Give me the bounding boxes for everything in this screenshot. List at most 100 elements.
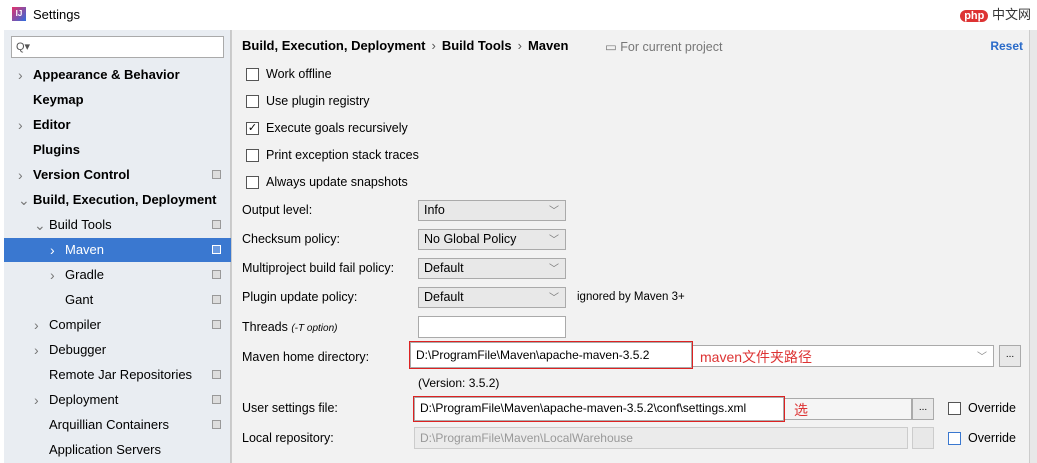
sidebar-item[interactable]: › Editor [4,113,231,137]
local-repo-override-checkbox[interactable]: Override [948,431,1016,445]
breadcrumb-item: Build, Execution, Deployment [242,38,426,53]
sidebar-item-label: Deployment [49,392,119,407]
fail-policy-select[interactable]: Default ﹀ [418,258,566,279]
sidebar-item-label: Maven [65,242,105,257]
scrollbar[interactable] [1029,30,1037,463]
plugin-update-label: Plugin update policy: [242,290,358,304]
chevron-down-icon: ﹀ [549,264,559,275]
user-settings-input[interactable]: D:\ProgramFile\Maven\apache-maven-3.5.2\… [413,396,785,422]
sidebar-item-label: Editor [33,117,71,132]
chevron-right-icon[interactable]: › [34,338,39,362]
chevron-right-icon[interactable]: › [34,313,39,337]
sidebar-item-label: Remote Jar Repositories [49,367,193,382]
sidebar-item[interactable]: › Version Control [4,163,231,187]
sidebar-item-label: Keymap [33,92,84,107]
chevron-down-icon[interactable]: ⌄ [34,213,46,237]
checkbox-box [948,431,961,445]
maven-home-label: Maven home directory: [242,350,370,364]
checkbox-box [246,67,259,81]
plugin-update-select[interactable]: Default ﹀ [418,287,566,308]
checkbox[interactable]: Use plugin registry [246,94,370,108]
checksum-policy-select[interactable]: No Global Policy ﹀ [418,229,566,250]
project-scope-icon [212,370,221,379]
sidebar-item[interactable]: Application Servers [4,438,231,462]
browse-button[interactable]: ... [912,398,934,420]
checkbox[interactable]: ✓ Execute goals recursively [246,121,408,135]
project-icon: ▭ [605,40,621,54]
checkbox-box [246,94,259,108]
sidebar-item-label: Build Tools [49,217,112,232]
chevron-down-icon: ﹀ [549,206,559,217]
checkbox-box [246,148,259,162]
sidebar-item[interactable]: ⌄ Build, Execution, Deployment [4,188,231,212]
checkbox[interactable]: Always update snapshots [246,175,408,189]
breadcrumb-item: Maven [527,38,569,53]
output-level-label: Output level: [242,203,313,217]
sidebar-item-label: Gradle [65,267,105,282]
sidebar-item-label: Application Servers [49,442,161,457]
sidebar-item[interactable]: ⌄ Build Tools [4,213,231,237]
checksum-policy-label: Checksum policy: [242,232,340,246]
threads-label: Threads (-T option) [242,320,338,334]
window-title: Settings [33,6,80,22]
watermark-logo: php 中文网 [960,4,1031,23]
sidebar-item[interactable]: › Appearance & Behavior [4,63,231,87]
maven-settings-panel: Build, Execution, Deployment › Build Tools… [231,30,1037,463]
checkbox-label: Work offline [266,67,332,81]
fail-policy-label: Multiproject build fail policy: [242,261,395,275]
output-level-select[interactable]: Info ﹀ [418,200,566,221]
sidebar-item-label: Plugins [33,142,80,157]
chevron-right-icon[interactable]: › [50,263,55,287]
local-repo-label: Local repository: [242,431,334,445]
breadcrumb: Build, Execution, Deployment › Build Tools… [242,38,569,53]
chevron-right-icon[interactable]: › [18,63,23,87]
settings-search-input[interactable]: Q▾ [11,36,224,58]
scope-label: ▭ For current project [605,40,723,54]
sidebar-item-label: Debugger [49,342,107,357]
sidebar-item[interactable]: › Deployment [4,388,231,412]
sidebar-item[interactable]: › Maven [4,238,231,262]
browse-button-disabled [912,427,934,449]
user-settings-label: User settings file: [242,401,338,415]
sidebar-item[interactable]: › Gradle [4,263,231,287]
search-icon: Q▾ [16,41,31,53]
plugin-update-note: ignored by Maven 3+ [577,291,685,303]
sidebar-item[interactable]: Remote Jar Repositories [4,363,231,387]
sidebar-item[interactable]: Arquillian Containers [4,413,231,437]
chevron-right-icon[interactable]: › [18,163,23,187]
chevron-right-icon[interactable]: › [34,388,39,412]
title-bar: IJ Settings php 中文网 [0,0,1037,28]
maven-home-input[interactable]: D:\ProgramFile\Maven\apache-maven-3.5.2 [409,341,693,369]
chevron-right-icon[interactable]: › [18,113,23,137]
project-scope-icon [212,245,221,254]
threads-input[interactable] [418,316,566,338]
project-scope-icon [212,220,221,229]
sidebar-item-label: Build, Execution, Deployment [33,192,217,207]
checkbox[interactable]: Work offline [246,67,332,81]
maven-home-annotation: maven文件夹路径 [700,349,813,365]
chevron-right-icon[interactable]: › [50,238,55,262]
local-repo-input[interactable]: D:\ProgramFile\Maven\LocalWarehouse [414,427,908,449]
breadcrumb-item: Build Tools [441,38,512,53]
sidebar-item[interactable]: Gant [4,288,231,312]
project-scope-icon [212,320,221,329]
maven-version: (Version: 3.5.2) [418,376,500,390]
project-scope-icon [212,170,221,179]
chevron-down-icon[interactable]: ⌄ [18,188,30,212]
intellij-app-icon: IJ [12,7,26,21]
sidebar-item[interactable]: Plugins [4,138,231,162]
user-settings-override-checkbox[interactable]: Override [948,401,1016,415]
checkbox-label: Execute goals recursively [266,121,408,135]
sidebar-item-label: Appearance & Behavior [33,67,180,82]
reset-link[interactable]: Reset [990,39,1023,53]
sidebar-item[interactable]: › Compiler [4,313,231,337]
browse-button[interactable]: ... [999,345,1021,367]
checkbox[interactable]: Print exception stack traces [246,148,419,162]
sidebar-item-label: Compiler [49,317,102,332]
sidebar-item[interactable]: › Debugger [4,338,231,362]
project-scope-icon [212,270,221,279]
checkbox-label: Print exception stack traces [266,148,419,162]
sidebar-item-label: Arquillian Containers [49,417,169,432]
chevron-down-icon: ﹀ [549,293,559,304]
sidebar-item[interactable]: Keymap [4,88,231,112]
